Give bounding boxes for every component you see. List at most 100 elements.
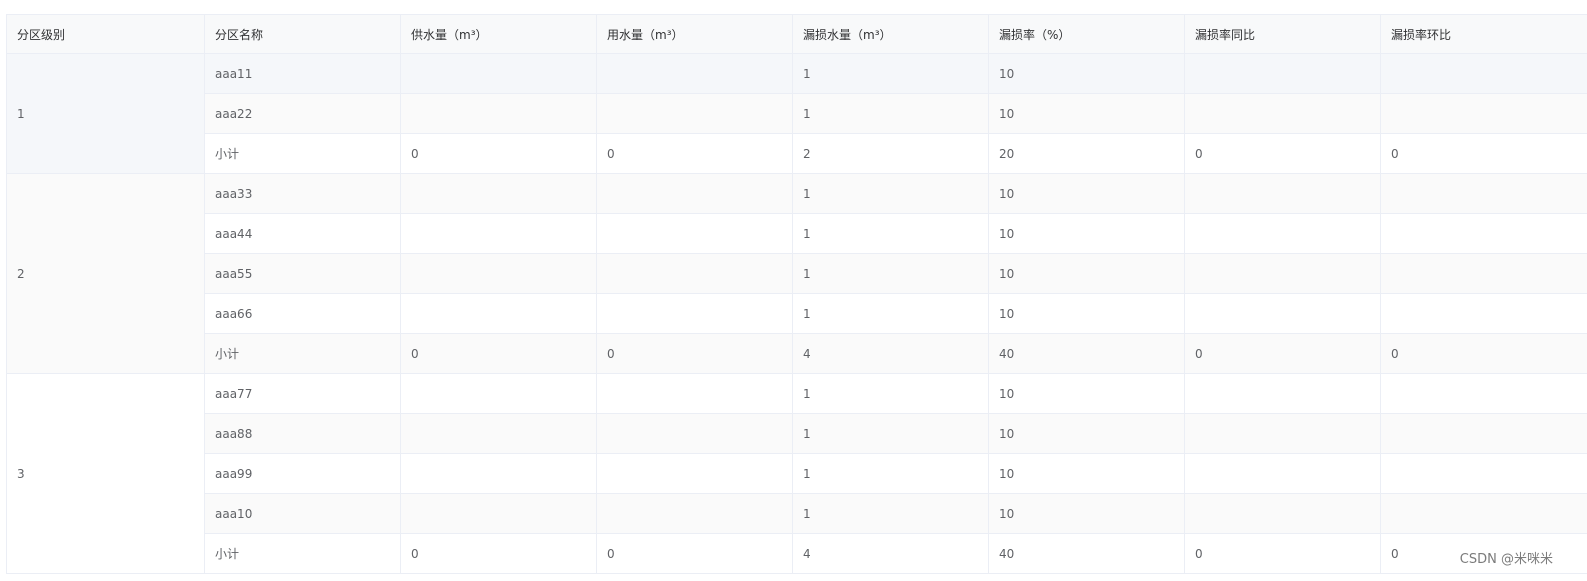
header-yoy[interactable]: 漏损率同比 [1184,14,1381,54]
cell-supply [400,253,597,294]
cell-rate: 10 [988,413,1185,454]
cell-mom [1380,93,1587,134]
cell-loss: 1 [792,293,989,334]
cell-supply [400,53,597,94]
cell-mom [1380,293,1587,334]
cell-mom [1380,253,1587,294]
cell-rate: 40 [988,333,1185,374]
cell-name: 小计 [204,133,401,174]
table-row[interactable]: 小计 0 0 2 20 0 0 [7,133,1587,174]
cell-supply [400,213,597,254]
table-header-row: 分区级别 分区名称 供水量（m³） 用水量（m³） 漏损水量（m³） 漏损率（%… [6,14,1587,54]
cell-usage [596,173,793,214]
cell-loss: 1 [792,253,989,294]
cell-yoy: 0 [1184,133,1381,174]
table-row[interactable]: aaa10 1 10 [7,493,1587,534]
cell-yoy [1184,493,1381,534]
header-mom[interactable]: 漏损率环比 [1380,14,1587,54]
cell-yoy [1184,453,1381,494]
leakage-table: 分区级别 分区名称 供水量（m³） 用水量（m³） 漏损水量（m³） 漏损率（%… [6,14,1587,574]
cell-rate: 10 [988,293,1185,334]
cell-name: aaa22 [204,93,401,134]
cell-usage: 0 [596,533,793,574]
cell-mom [1380,53,1587,94]
cell-mom: 0 [1380,333,1587,374]
cell-usage [596,93,793,134]
cell-name: aaa99 [204,453,401,494]
cell-level: 1 [6,53,205,174]
table-row[interactable]: 小计 0 0 4 40 0 0 [7,333,1587,374]
cell-supply: 0 [400,533,597,574]
table-row[interactable]: 小计 0 0 4 40 0 0 [7,533,1587,574]
cell-yoy [1184,293,1381,334]
cell-rate: 10 [988,253,1185,294]
cell-usage [596,293,793,334]
cell-supply [400,293,597,334]
cell-supply: 0 [400,133,597,174]
cell-loss: 2 [792,133,989,174]
cell-loss: 1 [792,453,989,494]
cell-loss: 1 [792,493,989,534]
cell-yoy [1184,173,1381,214]
header-usage[interactable]: 用水量（m³） [596,14,793,54]
cell-yoy: 0 [1184,333,1381,374]
cell-usage [596,53,793,94]
table-row[interactable]: aaa22 1 10 [7,93,1587,134]
header-loss[interactable]: 漏损水量（m³） [792,14,989,54]
table-row[interactable]: 2 aaa33 1 10 [6,173,1587,374]
cell-name: aaa11 [204,53,401,94]
cell-supply [400,93,597,134]
cell-name: aaa88 [204,413,401,454]
cell-rate: 10 [988,93,1185,134]
cell-supply [400,173,597,214]
header-name[interactable]: 分区名称 [204,14,401,54]
table-row[interactable]: aaa66 1 10 [7,293,1587,334]
cell-name: aaa10 [204,493,401,534]
table-row[interactable]: 3 aaa77 1 10 [6,373,1587,574]
cell-loss: 1 [792,213,989,254]
cell-mom: 0 [1380,133,1587,174]
cell-rate: 10 [988,173,1185,214]
header-supply[interactable]: 供水量（m³） [400,14,597,54]
cell-rate: 10 [988,53,1185,94]
header-rate[interactable]: 漏损率（%） [988,14,1185,54]
cell-loss: 1 [792,173,989,214]
cell-usage: 0 [596,133,793,174]
cell-rate: 10 [988,453,1185,494]
cell-name: 小计 [204,333,401,374]
cell-level: 3 [6,373,205,574]
cell-loss: 1 [792,53,989,94]
table-row[interactable]: aaa99 1 10 [7,453,1587,494]
cell-yoy [1184,213,1381,254]
table-row[interactable]: aaa44 1 10 [7,213,1587,254]
cell-loss: 1 [792,413,989,454]
cell-name: aaa55 [204,253,401,294]
cell-name: aaa77 [204,373,401,414]
cell-level: 2 [6,173,205,374]
cell-usage: 0 [596,333,793,374]
watermark: CSDN @米咪米 [1459,552,1553,567]
cell-name: aaa66 [204,293,401,334]
cell-rate: 10 [988,213,1185,254]
cell-yoy [1184,413,1381,454]
cell-supply [400,493,597,534]
cell-usage [596,253,793,294]
cell-yoy [1184,373,1381,414]
cell-yoy [1184,253,1381,294]
cell-supply [400,453,597,494]
cell-usage [596,213,793,254]
cell-usage [596,413,793,454]
cell-supply: 0 [400,333,597,374]
table-row[interactable]: aaa88 1 10 [7,413,1587,454]
cell-yoy [1184,93,1381,134]
cell-name: aaa44 [204,213,401,254]
leakage-table-container: 分区级别 分区名称 供水量（m³） 用水量（m³） 漏损水量（m³） 漏损率（%… [6,14,1587,574]
cell-loss: 4 [792,533,989,574]
cell-usage [596,453,793,494]
header-level[interactable]: 分区级别 [6,14,205,54]
table-row[interactable]: 1 aaa11 1 10 [6,53,1587,174]
table-row[interactable]: aaa55 1 10 [7,253,1587,294]
cell-usage [596,373,793,414]
cell-rate: 40 [988,533,1185,574]
cell-usage [596,493,793,534]
